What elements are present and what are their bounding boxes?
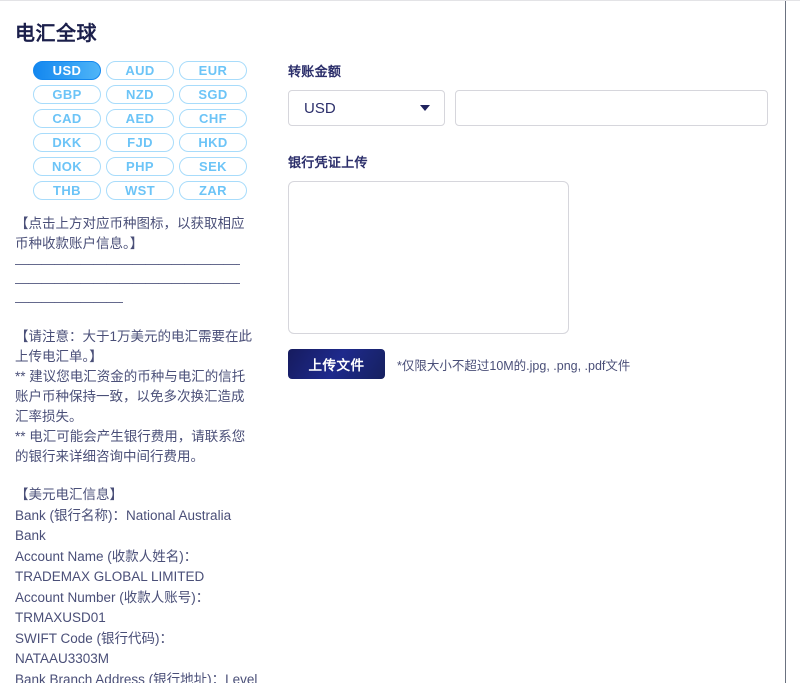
left-panel: USD AUD EUR GBP NZD SGD CAD AED CHF DKK FJD HKD NOK P…: [15, 61, 275, 683]
page-right-gutter: [786, 1, 800, 683]
bank-detail-line: Bank (银行名称)：National Australia Bank: [15, 507, 232, 544]
currency-pill-sgd[interactable]: SGD: [179, 85, 247, 104]
currency-selector-grid: USD AUD EUR GBP NZD SGD CAD AED CHF DKK FJD HKD NOK P…: [33, 61, 249, 200]
currency-pill-thb[interactable]: THB: [33, 181, 101, 200]
amount-field-label: 转账金额: [288, 64, 342, 79]
bank-details-lines: Bank (银行名称)：National Australia Bank Accou…: [15, 506, 260, 683]
currency-hint-text: 【点击上方对应币种图标，以获取相应币种收款账户信息。】: [15, 216, 245, 251]
currency-pill-nzd[interactable]: NZD: [106, 85, 174, 104]
bank-detail-line: Account Number (收款人账号)：TRMAXUSD01: [15, 589, 210, 626]
chevron-down-icon: [420, 105, 430, 111]
currency-pill-nok[interactable]: NOK: [33, 157, 101, 176]
amount-input[interactable]: [455, 90, 768, 126]
bank-detail-line: Account Name (收款人姓名)：TRADEMAX GLOBAL LIM…: [15, 548, 205, 585]
currency-pill-fjd[interactable]: FJD: [106, 133, 174, 152]
wire-transfer-page: 电汇全球 USD AUD EUR GBP NZD SGD CAD AED CHF DKK FJD HK…: [0, 0, 800, 683]
currency-pill-hkd[interactable]: HKD: [179, 133, 247, 152]
upload-file-button[interactable]: 上传文件: [288, 349, 385, 379]
currency-pill-sek[interactable]: SEK: [179, 157, 247, 176]
currency-pill-dkk[interactable]: DKK: [33, 133, 101, 152]
currency-pill-eur[interactable]: EUR: [179, 61, 247, 80]
warning-note: ** 电汇可能会产生银行费用，请联系您的银行来详细咨询中间行费用。: [15, 429, 246, 464]
divider-line: ——————————————————————: [15, 256, 240, 271]
warning-note: ** 建议您电汇资金的币种与电汇的信托账户币种保持一致，以免多次换汇造成汇率损失…: [15, 369, 246, 424]
bank-details-heading: 【美元电汇信息】: [15, 487, 123, 502]
page-title: 电汇全球: [15, 23, 97, 45]
divider-line: ——————————: [15, 294, 123, 309]
currency-pill-gbp[interactable]: GBP: [33, 85, 101, 104]
currency-pill-php[interactable]: PHP: [106, 157, 174, 176]
right-panel: 转账金额 USD 银行凭证上传 上传文件 *仅限大小不超过10M的.jpg, .…: [288, 61, 768, 379]
amount-row: USD: [288, 90, 768, 126]
bank-detail-line: SWIFT Code (银行代码)：NATAAU3303M: [15, 630, 174, 667]
bank-detail-line: Bank Branch Address (银行地址)：Level 4, 3 Pa…: [15, 671, 258, 683]
currency-select-value: USD: [304, 99, 336, 117]
warning-note: 【请注意：大于1万美元的电汇需要在此上传电汇单。】: [15, 329, 253, 364]
currency-pill-chf[interactable]: CHF: [179, 109, 247, 128]
upload-field-label: 银行凭证上传: [288, 155, 368, 170]
currency-pill-wst[interactable]: WST: [106, 181, 174, 200]
divider-lines: ————————————————— ————— ———————————— —————…: [15, 254, 275, 311]
currency-pill-zar[interactable]: ZAR: [179, 181, 247, 200]
currency-select[interactable]: USD: [288, 90, 445, 126]
bank-details-block: 【美元电汇信息】 Bank (银行名称)：National Australia …: [15, 485, 260, 683]
currency-pill-aud[interactable]: AUD: [106, 61, 174, 80]
upload-hint-text: *仅限大小不超过10M的.jpg, .png, .pdf文件: [397, 358, 631, 373]
currency-pill-cad[interactable]: CAD: [33, 109, 101, 128]
warning-notes: 【请注意：大于1万美元的电汇需要在此上传电汇单。】 ** 建议您电汇资金的币种与…: [15, 327, 255, 467]
upload-dropzone[interactable]: [288, 181, 569, 334]
divider-line: ——————————————————————: [15, 275, 240, 290]
currency-pill-aed[interactable]: AED: [106, 109, 174, 128]
currency-pill-usd[interactable]: USD: [33, 61, 101, 80]
upload-actions: 上传文件 *仅限大小不超过10M的.jpg, .png, .pdf文件: [288, 349, 768, 379]
